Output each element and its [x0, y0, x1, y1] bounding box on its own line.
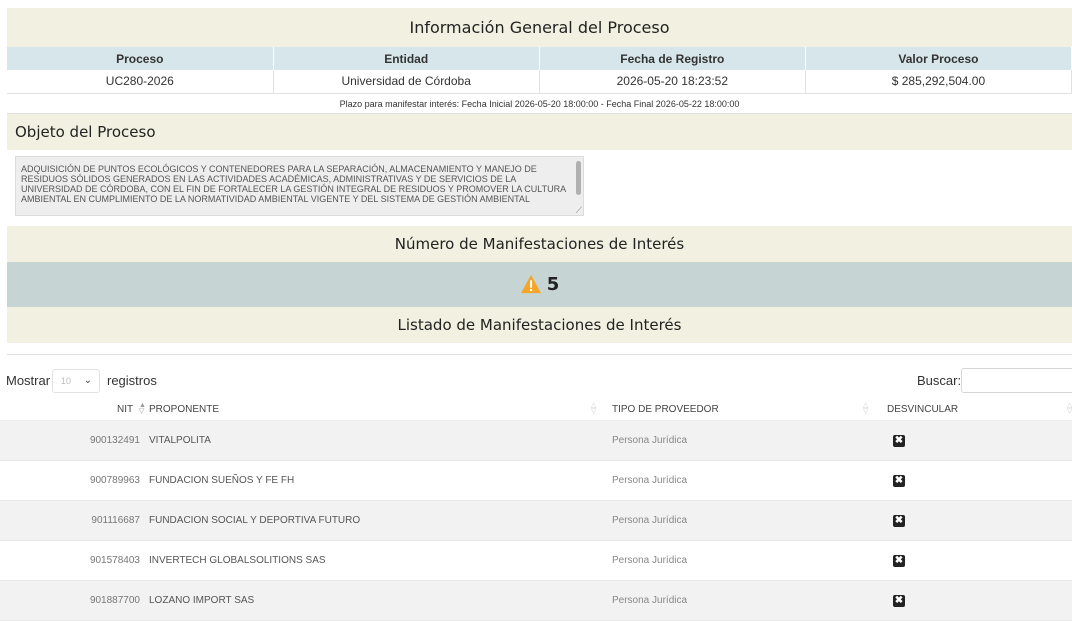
- objeto-area: ADQUISICIÓN DE PUNTOS ECOLÓGICOS Y CONTE…: [7, 149, 1072, 226]
- records-label: registros: [107, 373, 157, 388]
- table-row: 900789963 FUNDACION SUEÑOS Y FE FH Perso…: [0, 461, 1072, 501]
- cell-tipo: Persona Jurídica: [612, 435, 688, 446]
- column-nit[interactable]: NIT: [117, 404, 133, 415]
- list-divider: [7, 343, 1072, 355]
- general-info-table: Proceso Entidad Fecha de Registro Valor …: [7, 47, 1072, 94]
- resize-handle-icon[interactable]: ⟋: [576, 205, 582, 215]
- chevron-down-icon: ⌄: [83, 375, 92, 386]
- unlink-icon[interactable]: ✖: [893, 555, 905, 567]
- process-panel: Información General del Proceso Proceso …: [7, 8, 1072, 355]
- cell-tipo: Persona Jurídica: [612, 475, 688, 486]
- cell-tipo: Persona Jurídica: [612, 515, 688, 526]
- table-row: 901116687 FUNDACION SOCIAL Y DEPORTIVA F…: [0, 501, 1072, 541]
- cell-nit: 901578403: [89, 555, 140, 566]
- count-value: 5: [546, 273, 560, 295]
- general-info-value-row: UC280-2026 Universidad de Córdoba 2026-0…: [7, 70, 1072, 94]
- sort-icon[interactable]: △ ▽: [863, 402, 868, 415]
- cell-proponente: FUNDACION SOCIAL Y DEPORTIVA FUTURO: [149, 515, 361, 526]
- cell-nit: 900789963: [89, 475, 140, 486]
- page-size-select[interactable]: 10 ⌄: [52, 369, 100, 393]
- value-valor-proceso: $ 285,292,504.00: [805, 70, 1072, 94]
- cell-nit: 901116687: [91, 515, 140, 526]
- column-proponente[interactable]: PROPONENTE: [149, 404, 219, 415]
- table-header: NIT ▲ ▽ PROPONENTE △ ▽ TIPO DE PROVEEDOR △…: [0, 399, 1072, 421]
- search-input[interactable]: [961, 368, 1072, 393]
- column-desvincular[interactable]: DESVINCULAR: [887, 404, 958, 415]
- table-row: 900132491 VITALPOLITA Persona Jurídica ✖: [0, 421, 1072, 461]
- unlink-icon[interactable]: ✖: [893, 435, 905, 447]
- show-label: Mostrar: [6, 373, 51, 388]
- sort-icon[interactable]: △ ▽: [1067, 402, 1072, 415]
- sort-icon[interactable]: △ ▽: [591, 402, 596, 415]
- count-row: 5: [7, 261, 1072, 307]
- count-title: Número de Manifestaciones de Interés: [7, 225, 1072, 262]
- objeto-textarea[interactable]: ADQUISICIÓN DE PUNTOS ECOLÓGICOS Y CONTE…: [15, 155, 584, 216]
- table-controls: Mostrar 10 ⌄ registros Buscar:: [0, 368, 1072, 394]
- search-label: Buscar:: [917, 373, 962, 388]
- cell-proponente: VITALPOLITA: [149, 435, 211, 446]
- textarea-scrollbar[interactable]: [576, 160, 581, 195]
- unlink-icon[interactable]: ✖: [893, 515, 905, 527]
- header-entidad: Entidad: [273, 47, 540, 70]
- cell-tipo: Persona Jurídica: [612, 555, 688, 566]
- cell-tipo: Persona Jurídica: [612, 595, 688, 606]
- cell-nit: 901887700: [89, 595, 140, 606]
- manifestaciones-table: NIT ▲ ▽ PROPONENTE △ ▽ TIPO DE PROVEEDOR △…: [0, 399, 1072, 621]
- cell-nit: 900132491: [89, 435, 140, 446]
- list-title: Listado de Manifestaciones de Interés: [7, 306, 1072, 343]
- value-fecha-registro: 2026-05-20 18:23:52: [539, 70, 806, 94]
- plazo-text: Plazo para manifestar interés: Fecha Ini…: [7, 94, 1072, 114]
- cell-proponente: FUNDACION SUEÑOS Y FE FH: [149, 475, 295, 486]
- sort-asc-icon[interactable]: ▲ ▽: [139, 402, 146, 415]
- header-fecha-registro: Fecha de Registro: [539, 47, 806, 70]
- general-info-title: Información General del Proceso: [7, 8, 1072, 47]
- table-row: 901887700 LOZANO IMPORT SAS Persona Jurí…: [0, 581, 1072, 621]
- value-entidad: Universidad de Córdoba: [273, 70, 540, 94]
- warning-icon: [520, 274, 541, 294]
- column-tipo-proveedor[interactable]: TIPO DE PROVEEDOR: [612, 404, 719, 415]
- table-row: 901578403 INVERTECH GLOBALSOLITIONS SAS …: [0, 541, 1072, 581]
- value-proceso: UC280-2026: [7, 70, 274, 94]
- objeto-text: ADQUISICIÓN DE PUNTOS ECOLÓGICOS Y CONTE…: [21, 163, 566, 204]
- cell-proponente: INVERTECH GLOBALSOLITIONS SAS: [149, 555, 326, 566]
- unlink-icon[interactable]: ✖: [893, 595, 905, 607]
- general-info-header-row: Proceso Entidad Fecha de Registro Valor …: [7, 47, 1072, 70]
- page-size-value: 10: [61, 376, 72, 386]
- header-valor-proceso: Valor Proceso: [805, 47, 1072, 70]
- cell-proponente: LOZANO IMPORT SAS: [149, 595, 255, 606]
- unlink-icon[interactable]: ✖: [893, 475, 905, 487]
- objeto-title: Objeto del Proceso: [7, 113, 1072, 150]
- header-proceso: Proceso: [7, 47, 274, 70]
